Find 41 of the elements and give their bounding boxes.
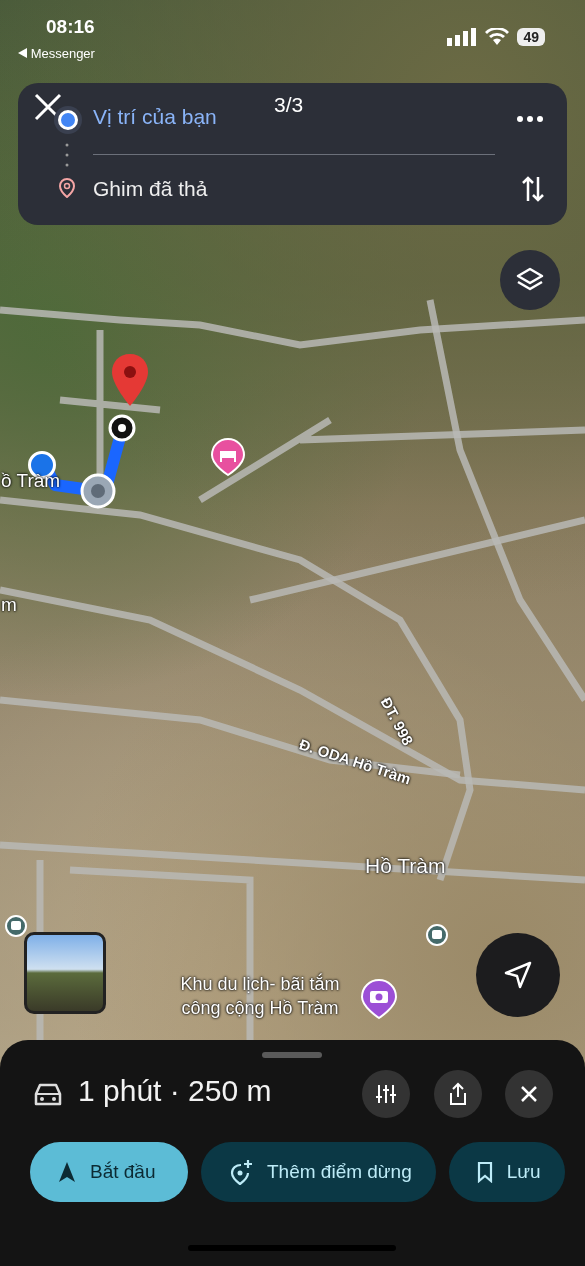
share-button[interactable] xyxy=(434,1070,482,1118)
start-button[interactable]: Bắt đầu xyxy=(30,1142,188,1202)
origin-field[interactable]: Vị trí của bạn xyxy=(93,105,217,129)
back-link[interactable]: Messenger xyxy=(18,46,95,61)
poi-label: Khu du lịch- bãi tắm công cộng Hồ Tràm xyxy=(179,972,341,1020)
destination-marker-icon xyxy=(108,414,136,442)
save-button[interactable]: Lưu xyxy=(448,1142,565,1202)
route-counter: 3/3 xyxy=(274,93,304,117)
place-label: m xyxy=(1,594,17,616)
add-stop-button[interactable]: Thêm điểm dừng xyxy=(201,1142,436,1202)
dropped-pin-icon xyxy=(110,352,150,408)
add-pin-icon xyxy=(229,1159,253,1185)
car-icon xyxy=(33,1082,63,1108)
waypoint-icon xyxy=(80,473,116,509)
wifi-icon xyxy=(485,28,510,46)
share-icon xyxy=(447,1082,469,1106)
navigation-arrow-icon xyxy=(58,1161,76,1183)
status-time: 08:16 xyxy=(46,16,95,38)
close-icon xyxy=(520,1085,538,1103)
destination-field[interactable]: Ghim đã thả xyxy=(93,177,208,201)
bookmark-icon xyxy=(476,1161,493,1183)
back-arrow-icon xyxy=(18,48,27,58)
hotel-pin-icon xyxy=(210,437,246,477)
road-label: ĐT. 998 xyxy=(377,694,417,749)
signal-icon xyxy=(447,28,478,46)
sliders-icon xyxy=(375,1083,397,1105)
dotted-line-icon xyxy=(65,143,69,167)
close-button[interactable] xyxy=(505,1070,553,1118)
options-button[interactable] xyxy=(362,1070,410,1118)
more-icon[interactable] xyxy=(517,116,543,122)
trip-summary: 1 phút · 250 m xyxy=(78,1074,272,1108)
pin-icon xyxy=(59,178,75,198)
drag-handle[interactable] xyxy=(262,1052,322,1058)
place-label: Hồ Tràm xyxy=(365,854,446,878)
camera-pin-icon xyxy=(360,978,398,1020)
swap-icon[interactable] xyxy=(521,175,545,203)
close-icon[interactable] xyxy=(34,93,62,121)
navigation-arrow-icon xyxy=(504,961,532,989)
battery-level: 49 xyxy=(517,28,545,46)
street-view-thumbnail[interactable] xyxy=(24,932,106,1014)
origin-dot-icon xyxy=(58,110,78,130)
